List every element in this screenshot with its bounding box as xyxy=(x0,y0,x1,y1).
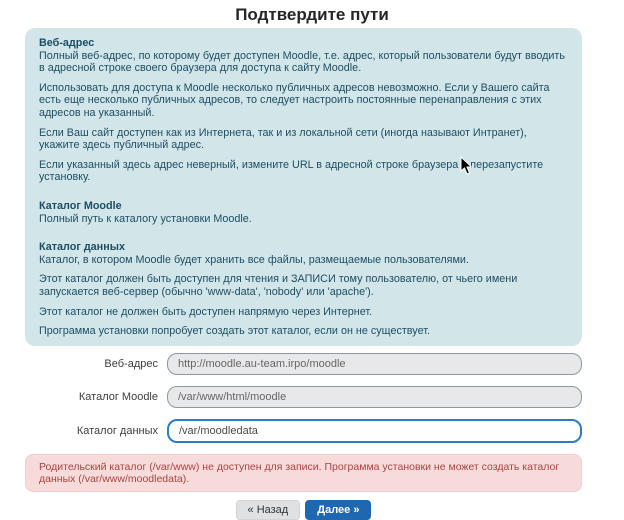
moodle-directory-input[interactable] xyxy=(167,386,582,408)
form-row-moodle-directory: Каталог Moodle xyxy=(25,386,582,408)
info-paragraph: Если Ваш сайт доступен как из Интернета,… xyxy=(39,127,568,152)
info-section-data-directory: Каталог данных Каталог, в котором Moodle… xyxy=(39,241,568,338)
web-address-input[interactable] xyxy=(167,353,582,375)
navigation-buttons: « Назад Далее » xyxy=(25,500,582,520)
info-paragraph: Если указанный здесь адрес неверный, изм… xyxy=(39,159,568,184)
web-address-label: Веб-адрес xyxy=(25,358,167,370)
form-row-web-address: Веб-адрес xyxy=(25,353,582,375)
form-row-data-directory: Каталог данных xyxy=(25,419,582,443)
section-heading: Каталог Moodle xyxy=(39,200,568,213)
page-title: Подтвердите пути xyxy=(0,0,624,28)
data-directory-label: Каталог данных xyxy=(25,425,167,437)
info-section-moodle-directory: Каталог Moodle Полный путь к каталогу ус… xyxy=(39,200,568,225)
info-paragraph: Использовать для доступа к Moodle нескол… xyxy=(39,82,568,120)
info-paragraph: Этот каталог должен быть доступен для чт… xyxy=(39,273,568,298)
error-alert: Родительский каталог (/var/www) не досту… xyxy=(25,454,582,492)
paths-info-panel: Веб-адрес Полный веб-адрес, по которому … xyxy=(25,28,582,346)
info-paragraph: Полный веб-адрес, по которому будет дост… xyxy=(39,50,568,75)
info-paragraph: Этот каталог не должен быть доступен нап… xyxy=(39,306,568,319)
moodle-directory-label: Каталог Moodle xyxy=(25,391,167,403)
info-section-web-address: Веб-адрес Полный веб-адрес, по которому … xyxy=(39,37,568,184)
info-paragraph: Программа установки попробует создать эт… xyxy=(39,325,568,338)
back-button[interactable]: « Назад xyxy=(236,500,301,520)
section-heading: Веб-адрес xyxy=(39,37,568,50)
next-button[interactable]: Далее » xyxy=(305,500,371,520)
section-heading: Каталог данных xyxy=(39,241,568,254)
info-paragraph: Каталог, в котором Moodle будет хранить … xyxy=(39,254,568,267)
content-container: Веб-адрес Полный веб-адрес, по которому … xyxy=(25,28,582,520)
paths-form: Веб-адрес Каталог Moodle Каталог данных xyxy=(25,353,582,443)
data-directory-input[interactable] xyxy=(167,419,582,443)
info-paragraph: Полный путь к каталогу установки Moodle. xyxy=(39,213,568,226)
